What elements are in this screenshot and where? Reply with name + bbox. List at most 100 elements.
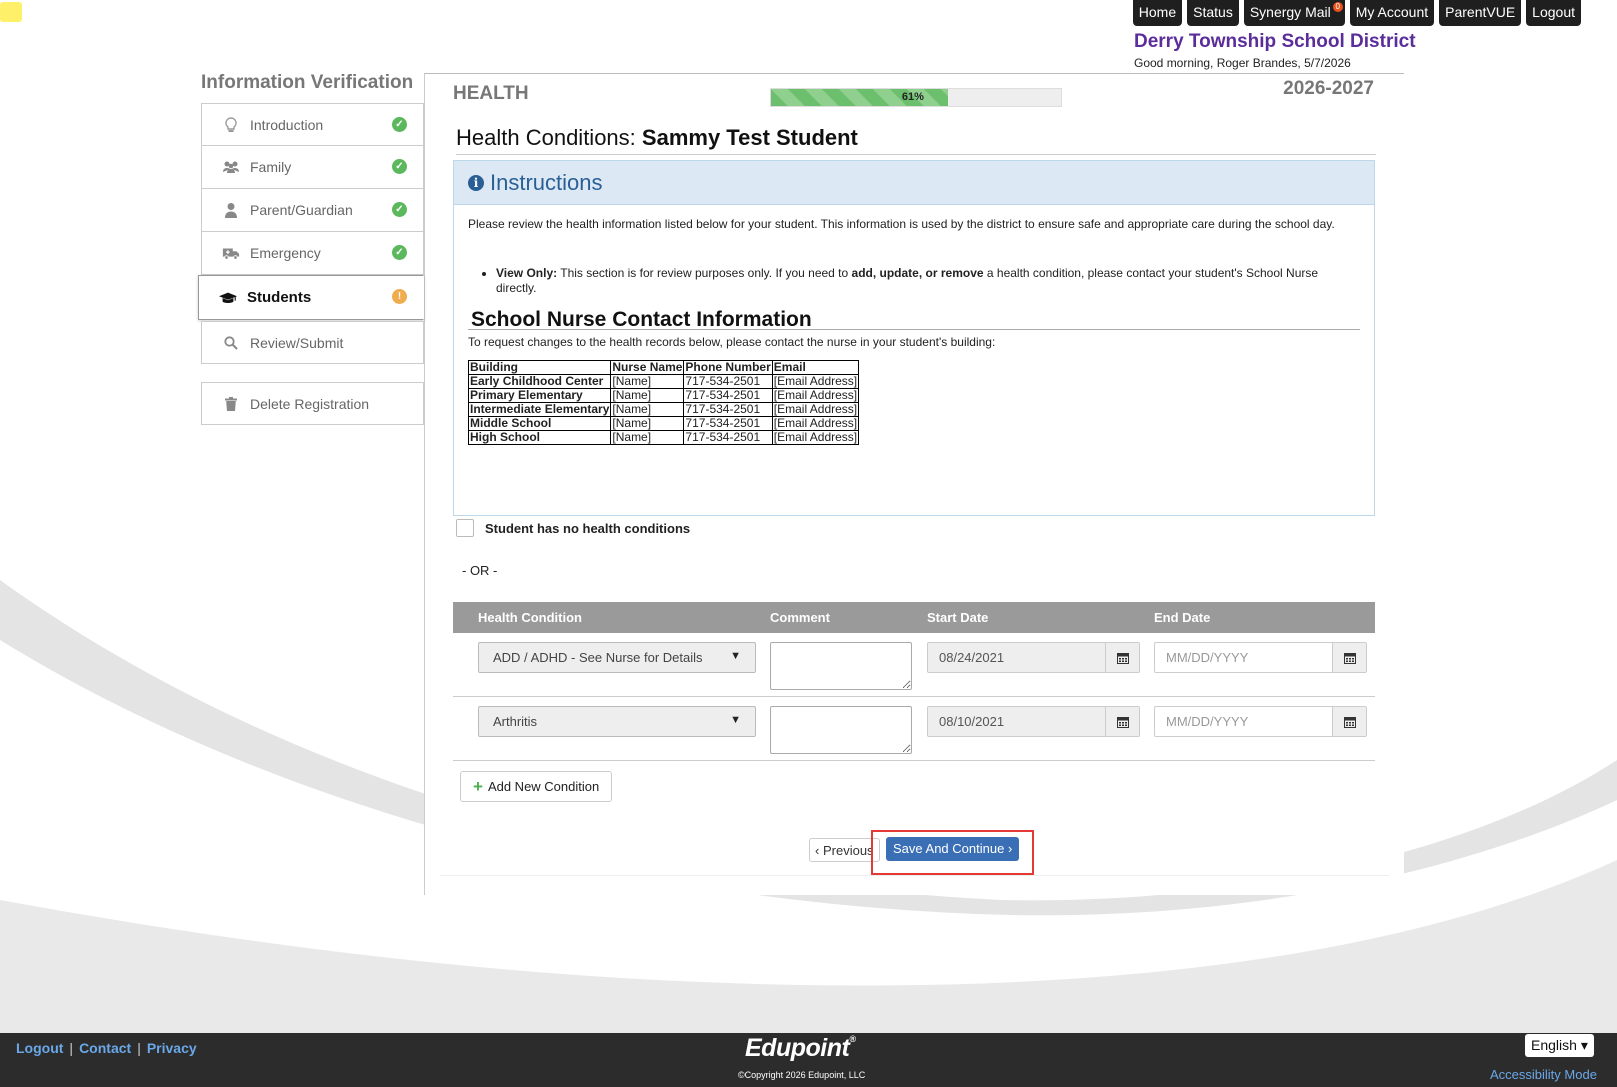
corner-marker bbox=[0, 2, 22, 22]
footer-contact-link[interactable]: Contact bbox=[79, 1040, 131, 1056]
nav-logout-button[interactable]: Logout bbox=[1526, 0, 1581, 26]
table-cell: 717-534-2501 bbox=[683, 416, 773, 431]
brand-name: Edupoint bbox=[745, 1034, 850, 1062]
nav-home-button[interactable]: Home bbox=[1132, 0, 1183, 26]
nurse-contact-intro: To request changes to the health records… bbox=[468, 335, 996, 349]
end-date-field[interactable]: MM/DD/YYYY bbox=[1154, 706, 1367, 737]
sidebar-item-label: Introduction bbox=[250, 116, 324, 133]
section-title: HEALTH bbox=[453, 83, 529, 104]
bullet-bold-label: View Only: bbox=[496, 266, 558, 280]
sidebar-item-review-submit[interactable]: Review/Submit bbox=[201, 321, 424, 364]
table-cell: [Email Address] bbox=[771, 388, 860, 403]
column-header: Start Date bbox=[927, 610, 989, 625]
end-date-field[interactable]: MM/DD/YYYY bbox=[1154, 642, 1367, 673]
top-nav: Home Status Synergy Mail 0 My Account Pa… bbox=[1132, 0, 1581, 26]
nav-status-button[interactable]: Status bbox=[1187, 0, 1239, 26]
delete-registration-label: Delete Registration bbox=[250, 395, 370, 412]
health-conditions-table: Health Condition Comment Start Date End … bbox=[453, 602, 1375, 761]
sidebar-item-family[interactable]: Family ✓ bbox=[201, 146, 424, 189]
instructions-list: View Only: This section is for review pu… bbox=[482, 266, 1360, 296]
district-name: Derry Township School District bbox=[1134, 31, 1416, 52]
greeting-text: Good morning, Roger Brandes, 5/7/2026 bbox=[1134, 56, 1351, 70]
instructions-paragraph: Please review the health information lis… bbox=[468, 217, 1335, 231]
nav-my-account-button[interactable]: My Account bbox=[1349, 0, 1435, 26]
graduation-cap-icon bbox=[219, 289, 237, 307]
or-separator: - OR - bbox=[462, 563, 498, 578]
calendar-icon[interactable] bbox=[1105, 707, 1139, 736]
footer-separator: | bbox=[137, 1040, 141, 1056]
users-icon bbox=[222, 158, 240, 176]
calendar-icon[interactable] bbox=[1105, 643, 1139, 672]
table-cell: 717-534-2501 bbox=[683, 388, 773, 403]
column-header: Building bbox=[467, 360, 612, 375]
sidebar-item-introduction[interactable]: Introduction ✓ bbox=[201, 103, 424, 146]
footer-logout-link[interactable]: Logout bbox=[16, 1040, 63, 1056]
student-name: Sammy Test Student bbox=[641, 125, 858, 150]
instructions-title: Instructions bbox=[490, 169, 603, 195]
nav-parentvue-button[interactable]: ParentVUE bbox=[1439, 0, 1522, 26]
sidebar-item-label: Family bbox=[250, 159, 292, 175]
sidebar-item-students[interactable]: Students ! bbox=[198, 275, 424, 320]
table-header-row: Building Nurse Name Phone Number Email bbox=[467, 360, 860, 375]
language-value: English bbox=[1531, 1037, 1577, 1053]
page-title-prefix: Health Conditions: bbox=[456, 125, 636, 150]
sidebar-item-emergency[interactable]: Emergency ✓ bbox=[201, 232, 424, 275]
previous-button[interactable]: ‹ Previous bbox=[809, 838, 880, 862]
nav-synergy-mail-button[interactable]: Synergy Mail 0 bbox=[1243, 0, 1345, 26]
ambulance-icon bbox=[222, 244, 240, 262]
calendar-icon[interactable] bbox=[1332, 643, 1366, 672]
start-date-field[interactable]: 08/10/2021 bbox=[927, 706, 1140, 737]
add-new-condition-button[interactable]: + Add New Condition bbox=[460, 771, 613, 802]
start-date-field[interactable]: 08/24/2021 bbox=[927, 642, 1140, 673]
start-date-value: 08/10/2021 bbox=[939, 714, 1005, 729]
table-cell: 717-534-2501 bbox=[683, 430, 773, 445]
start-date-value: 08/24/2021 bbox=[939, 650, 1005, 665]
instructions-header: i Instructions bbox=[454, 161, 1374, 205]
no-health-conditions-checkbox[interactable] bbox=[456, 519, 474, 537]
column-header: Email bbox=[771, 360, 860, 375]
chevron-left-icon: ‹ bbox=[815, 843, 820, 858]
sidebar-item-parent-guardian[interactable]: Parent/Guardian ✓ bbox=[201, 189, 424, 232]
instructions-body: Please review the health information lis… bbox=[454, 205, 1374, 457]
bullet-bold-emphasis: add, update, or remove bbox=[851, 266, 984, 280]
sidebar-title: Information Verification bbox=[201, 72, 414, 93]
table-header-row: Health Condition Comment Start Date End … bbox=[453, 602, 1375, 633]
comment-textarea[interactable] bbox=[770, 642, 912, 690]
trash-icon bbox=[222, 395, 240, 413]
column-header: Comment bbox=[770, 610, 830, 625]
table-cell: [Email Address] bbox=[771, 402, 860, 417]
footer-privacy-link[interactable]: Privacy bbox=[147, 1040, 197, 1056]
chevron-down-icon: ▼ bbox=[730, 650, 741, 662]
check-circle-icon: ✓ bbox=[392, 245, 407, 260]
delete-registration-button[interactable]: Delete Registration bbox=[201, 382, 424, 425]
end-date-placeholder: MM/DD/YYYY bbox=[1166, 650, 1249, 665]
column-header: End Date bbox=[1154, 610, 1211, 625]
table-cell: [Email Address] bbox=[771, 374, 860, 389]
table-cell: [Email Address] bbox=[771, 416, 860, 431]
sidebar-item-label: Emergency bbox=[250, 245, 321, 261]
table-cell: [Name] bbox=[610, 430, 685, 445]
language-select[interactable]: English ▾ bbox=[1525, 1034, 1594, 1057]
chevron-down-icon: ▼ bbox=[730, 714, 741, 726]
sidebar-item-label: Review/Submit bbox=[250, 334, 344, 351]
check-circle-icon: ✓ bbox=[392, 159, 407, 174]
table-row: High School [Name] 717-534-2501 [Email A… bbox=[467, 430, 860, 445]
bullet-text-1: This section is for review purposes only… bbox=[557, 266, 852, 280]
table-cell: Primary Elementary bbox=[467, 388, 612, 403]
calendar-icon[interactable] bbox=[1332, 707, 1366, 736]
nurse-contact-title: School Nurse Contact Information bbox=[468, 309, 1360, 330]
table-row: Middle School [Name] 717-534-2501 [Email… bbox=[467, 416, 860, 431]
health-condition-value: Arthritis bbox=[493, 714, 538, 729]
main-panel: HEALTH 61% 2026-2027 Health Conditions: … bbox=[424, 73, 1404, 895]
sidebar-item-label: Parent/Guardian bbox=[250, 202, 353, 218]
accessibility-mode-link[interactable]: Accessibility Mode bbox=[1490, 1067, 1597, 1082]
plus-icon: + bbox=[473, 776, 483, 796]
health-condition-select[interactable]: ADD / ADHD - See Nurse for Details ▼ bbox=[478, 642, 756, 673]
health-condition-select[interactable]: Arthritis ▼ bbox=[478, 706, 756, 737]
nav-synergy-mail-label: Synergy Mail bbox=[1249, 4, 1331, 20]
table-cell: [Name] bbox=[610, 388, 685, 403]
comment-textarea[interactable] bbox=[770, 706, 912, 754]
sidebar-item-label: Students bbox=[247, 289, 312, 306]
lightbulb-icon bbox=[222, 116, 240, 134]
table-cell: 717-534-2501 bbox=[683, 402, 773, 417]
